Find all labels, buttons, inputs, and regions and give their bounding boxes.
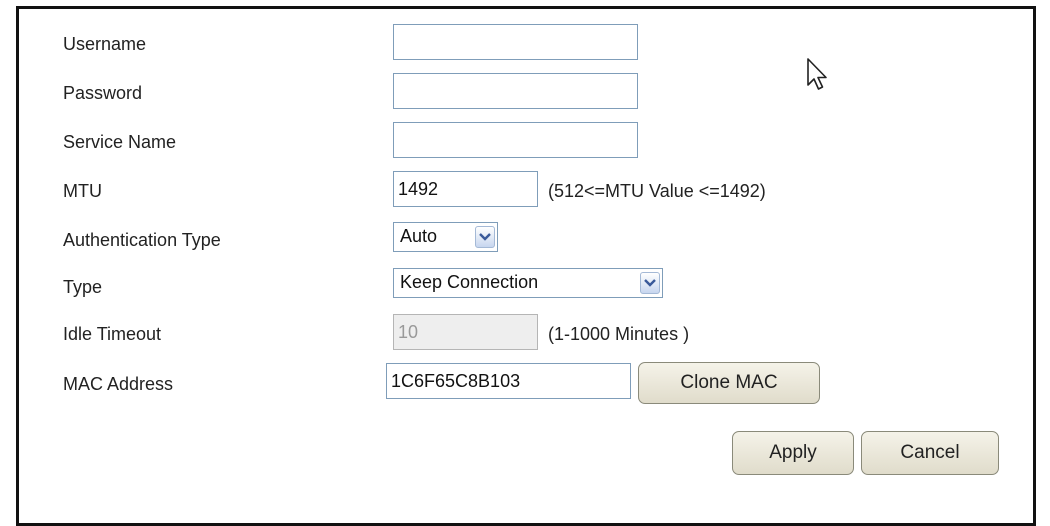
connection-type-select[interactable]: Keep Connection <box>393 268 663 298</box>
service-name-input[interactable] <box>393 122 638 158</box>
authentication-type-value: Auto <box>400 226 438 246</box>
chevron-down-icon[interactable] <box>640 272 660 294</box>
cancel-button[interactable]: Cancel <box>861 431 999 475</box>
connection-type-value: Keep Connection <box>400 272 539 292</box>
mac-address-input[interactable] <box>386 363 631 399</box>
apply-button[interactable]: Apply <box>732 431 854 475</box>
mtu-label: MTU <box>63 181 102 201</box>
password-input[interactable] <box>393 73 638 109</box>
authentication-type-select[interactable]: Auto <box>393 222 498 252</box>
idle-timeout-hint: (1-1000 Minutes ) <box>548 324 690 344</box>
type-label: Type <box>63 277 103 297</box>
mtu-range-hint: (512<=MTU Value <=1492) <box>548 181 766 201</box>
idle-timeout-input <box>393 314 538 350</box>
mac-address-label: MAC Address <box>63 374 174 394</box>
mouse-pointer-icon <box>806 57 830 98</box>
password-label: Password <box>63 83 143 103</box>
username-input[interactable] <box>393 24 638 60</box>
authentication-type-label: Authentication Type <box>63 230 221 250</box>
service-name-label: Service Name <box>63 132 177 152</box>
username-label: Username <box>63 34 147 54</box>
idle-timeout-label: Idle Timeout <box>63 324 162 344</box>
mtu-input[interactable] <box>393 171 538 207</box>
chevron-down-icon[interactable] <box>475 226 495 248</box>
clone-mac-button[interactable]: Clone MAC <box>638 362 820 404</box>
